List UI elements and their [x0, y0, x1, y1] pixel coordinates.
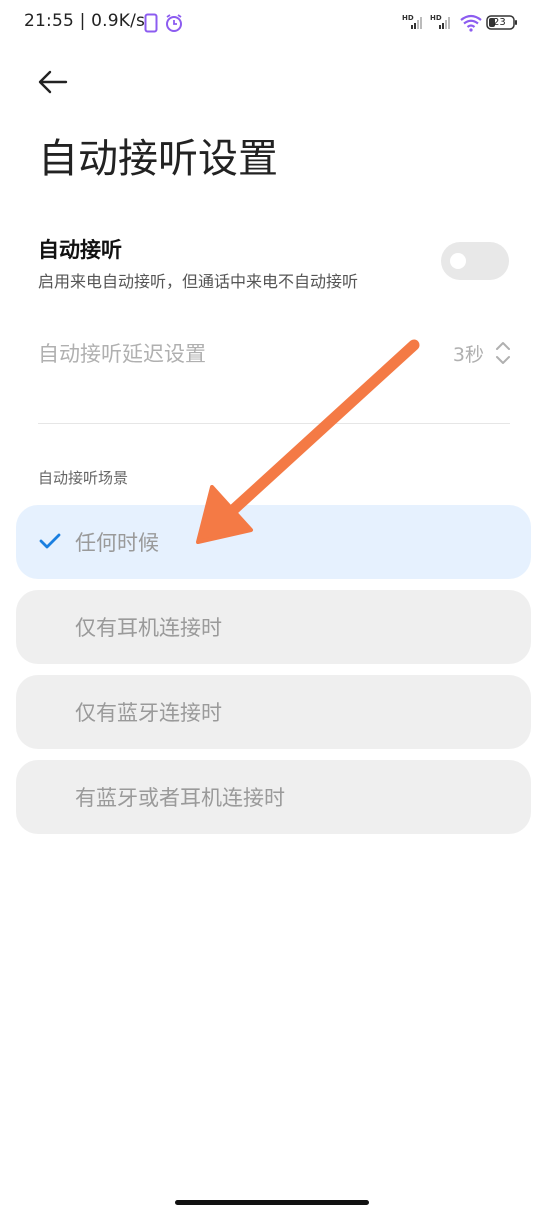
divider — [38, 423, 510, 424]
battery-level: 23 — [493, 17, 506, 28]
delay-setting-label: 自动接听延迟设置 — [38, 342, 206, 366]
svg-text:HD: HD — [430, 14, 442, 22]
scenario-option-bluetooth[interactable]: 仅有蓝牙连接时 — [16, 675, 531, 749]
scenario-option-label: 仅有蓝牙连接时 — [75, 701, 222, 725]
hd-signal-icon: HD — [402, 14, 422, 29]
scenario-option-headphones[interactable]: 仅有耳机连接时 — [16, 590, 531, 664]
alarm-icon — [166, 14, 182, 32]
checkmark-icon — [39, 533, 61, 549]
phone-outline-icon — [144, 13, 158, 33]
up-down-chevron-icon — [496, 342, 510, 364]
auto-answer-title: 自动接听 — [38, 238, 122, 262]
home-indicator[interactable] — [175, 1200, 369, 1205]
back-button[interactable] — [30, 62, 74, 102]
auto-answer-subtitle: 启用来电自动接听，但通话中来电不自动接听 — [38, 272, 359, 291]
status-bar: 21:55 | 0.9K/s HD HD 23 — [0, 0, 547, 46]
hd-signal-icon: HD — [430, 14, 450, 29]
status-time-speed: 21:55 | 0.9K/s — [24, 11, 146, 31]
scenario-option-label: 有蓝牙或者耳机连接时 — [75, 786, 285, 810]
scenario-option-anytime[interactable]: 任何时候 — [16, 505, 531, 579]
scenario-option-bluetooth-or-headphones[interactable]: 有蓝牙或者耳机连接时 — [16, 760, 531, 834]
svg-text:HD: HD — [402, 14, 414, 22]
delay-value: 3秒 — [452, 344, 484, 366]
auto-answer-toggle[interactable] — [441, 242, 509, 280]
scenario-option-label: 任何时候 — [75, 531, 159, 555]
back-arrow-icon — [38, 70, 68, 94]
page-title: 自动接听设置 — [38, 136, 278, 182]
scenario-option-label: 仅有耳机连接时 — [75, 616, 222, 640]
toggle-knob — [450, 253, 466, 269]
scenario-section-label: 自动接听场景 — [38, 469, 129, 487]
wifi-icon — [460, 14, 482, 32]
battery-icon: 23 — [486, 15, 518, 30]
delay-setting-row[interactable]: 自动接听延迟设置 3秒 — [38, 330, 514, 376]
